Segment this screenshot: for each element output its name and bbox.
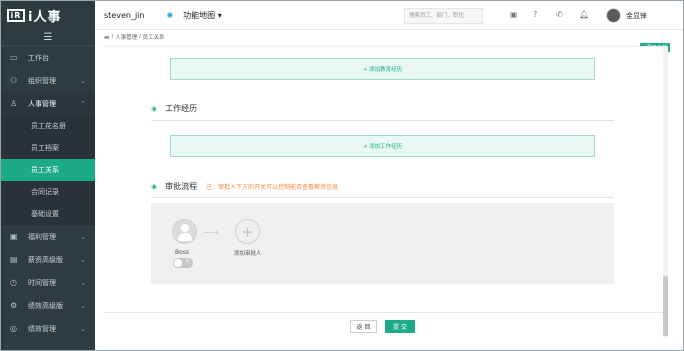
- breadcrumb: ▬ / 人事管理 / 员工关系: [104, 33, 165, 42]
- submit-button[interactable]: 提 交: [385, 320, 415, 333]
- vertical-scrollbar[interactable]: [663, 46, 668, 338]
- company-switcher[interactable]: steven_jin: [104, 11, 144, 20]
- account-name[interactable]: 金显锋: [626, 11, 647, 21]
- feature-map-menu[interactable]: 功能地图 ▾: [183, 10, 222, 21]
- sidebar-subitem-settings[interactable]: 基础设置: [1, 203, 95, 225]
- sidebar-subitem-profile[interactable]: 员工档案: [1, 137, 95, 159]
- clock-icon: ◷: [10, 278, 17, 287]
- sidebar-item-workbench[interactable]: ▭ 工作台: [1, 46, 95, 69]
- sidebar-item-label: 薪资高级版: [28, 255, 63, 264]
- sidebar-subitem-label: 基础设置: [31, 210, 59, 218]
- add-work-button[interactable]: + 添加工作经历: [170, 135, 595, 157]
- salary-visibility-toggle[interactable]: ×: [173, 258, 193, 268]
- person-icon: ♙: [10, 99, 18, 108]
- back-button[interactable]: 返 回: [350, 320, 377, 333]
- sidebar-subitem-roster[interactable]: 员工花名册: [1, 115, 95, 137]
- section-title-text: 审批流程: [165, 182, 198, 191]
- phone-icon[interactable]: ✆: [556, 10, 563, 19]
- gear-icon: ⚙: [10, 301, 18, 310]
- chevron-down-icon: ⌄: [80, 324, 86, 333]
- sidebar-item-time[interactable]: ◷ 时间管理 ⌄: [1, 271, 95, 294]
- approval-flow: ⟶ + Boss 添加审批人 ×: [151, 203, 614, 284]
- approval-note: 注：审批人下方的开关可以控制能否查看薪资信息: [206, 184, 339, 191]
- sidebar-item-benefits[interactable]: ▣ 福利管理 ⌄: [1, 225, 95, 248]
- home-icon[interactable]: ▬: [104, 34, 110, 41]
- breadcrumb-separator: /: [111, 34, 114, 40]
- approver-label: Boss: [175, 249, 190, 256]
- logo-badge-icon: iR: [7, 9, 25, 22]
- bell-icon[interactable]: 🔔︎: [579, 10, 589, 19]
- sidebar-subitem-label: 员工关系: [31, 166, 59, 174]
- chevron-down-icon: ⌄: [80, 76, 86, 85]
- section-divider: [151, 197, 614, 198]
- sidebar-item-label: 福利管理: [28, 232, 56, 241]
- add-approver-button[interactable]: +: [235, 219, 260, 244]
- sidebar-subitem-label: 员工花名册: [31, 122, 66, 130]
- approval-section-title: ◈ 审批流程 注：审批人下方的开关可以控制能否查看薪资信息: [151, 181, 338, 192]
- section-divider: [151, 120, 614, 121]
- arrow-right-icon: ⟶: [203, 226, 219, 239]
- sidebar-item-label: 工作台: [28, 53, 49, 62]
- layers-icon: ◈: [151, 182, 158, 191]
- breadcrumb-current: 员工关系: [142, 35, 165, 41]
- scrollbar-thumb[interactable]: [663, 276, 668, 336]
- help-icon[interactable]: ?: [533, 10, 537, 19]
- logo-text: i人事: [28, 10, 62, 25]
- breadcrumb-separator: /: [139, 34, 141, 40]
- chevron-down-icon: ⌄: [80, 255, 86, 264]
- sidebar-item-label: 组织管理: [28, 76, 56, 85]
- sidebar-item-performance[interactable]: ◎ 绩效管理 ⌄: [1, 317, 95, 340]
- gift-icon: ▣: [10, 232, 18, 241]
- sidebar-subitem-label: 员工档案: [31, 144, 59, 152]
- form-footer: 返 回 提 交: [103, 312, 663, 338]
- sidebar-item-label: 绩效高级版: [28, 301, 63, 310]
- sidebar-item-label: 时间管理: [28, 278, 56, 287]
- sidebar-subitem-relations[interactable]: 员工关系: [1, 159, 95, 181]
- sidebar-item-label: 绩效管理: [28, 324, 56, 333]
- sidebar-subitem-label: 合同记录: [31, 188, 59, 196]
- add-approver-label[interactable]: 添加审批人: [234, 249, 262, 257]
- hamburger-icon[interactable]: ☰: [1, 30, 95, 46]
- topbar: steven_jin ✺ 功能地图 ▾ 搜索员工、部门、职位 ▣ ? ✆ 🔔︎ …: [95, 1, 683, 30]
- feature-map-label: 功能地图: [183, 10, 216, 20]
- sidebar-item-label: 人事管理: [28, 99, 56, 108]
- add-education-button[interactable]: + 添加教育经历: [170, 58, 595, 80]
- bottom-strip: [95, 338, 683, 350]
- search-input[interactable]: 搜索员工、部门、职位: [404, 8, 483, 24]
- approver-avatar-icon: [172, 219, 197, 244]
- sidebar-item-salary[interactable]: ▤ 薪资高级版 ⌄: [1, 248, 95, 271]
- toggle-off-mark: ×: [185, 258, 191, 265]
- sidebar-subitem-contracts[interactable]: 合同记录: [1, 181, 95, 203]
- sidebar-item-org[interactable]: ⚇ 组织管理 ⌄: [1, 69, 95, 92]
- monitor-icon: ▭: [10, 53, 18, 62]
- org-chart-icon: ⚇: [10, 76, 18, 85]
- chevron-down-icon: ⌄: [80, 278, 86, 287]
- inbox-icon[interactable]: ▣: [510, 10, 518, 19]
- chevron-down-icon: ⌄: [80, 232, 86, 241]
- chevron-down-icon: ⌄: [80, 301, 86, 310]
- wallet-icon: ▤: [10, 255, 18, 264]
- caret-down-icon: ▾: [217, 10, 222, 20]
- chevron-up-icon: ⌃: [80, 99, 86, 108]
- avatar[interactable]: [606, 8, 621, 23]
- breadcrumb-parent[interactable]: 人事管理: [115, 33, 137, 41]
- settings-gear-icon[interactable]: ✺: [166, 11, 173, 20]
- sidebar: iR i人事 ☰ ▭ 工作台 ⚇ 组织管理 ⌄ ♙ 人事管理 ⌃ 员工花名册 员…: [1, 1, 95, 350]
- sidebar-item-hr[interactable]: ♙ 人事管理 ⌃: [1, 92, 95, 115]
- app-logo[interactable]: iR i人事: [1, 1, 95, 30]
- target-icon: ◎: [10, 324, 17, 333]
- work-section-title: ◈ 工作经历: [151, 103, 197, 114]
- section-title-text: 工作经历: [165, 104, 198, 113]
- layers-icon: ◈: [151, 104, 158, 113]
- sidebar-item-performance-pro[interactable]: ⚙ 绩效高级版 ⌄: [1, 294, 95, 317]
